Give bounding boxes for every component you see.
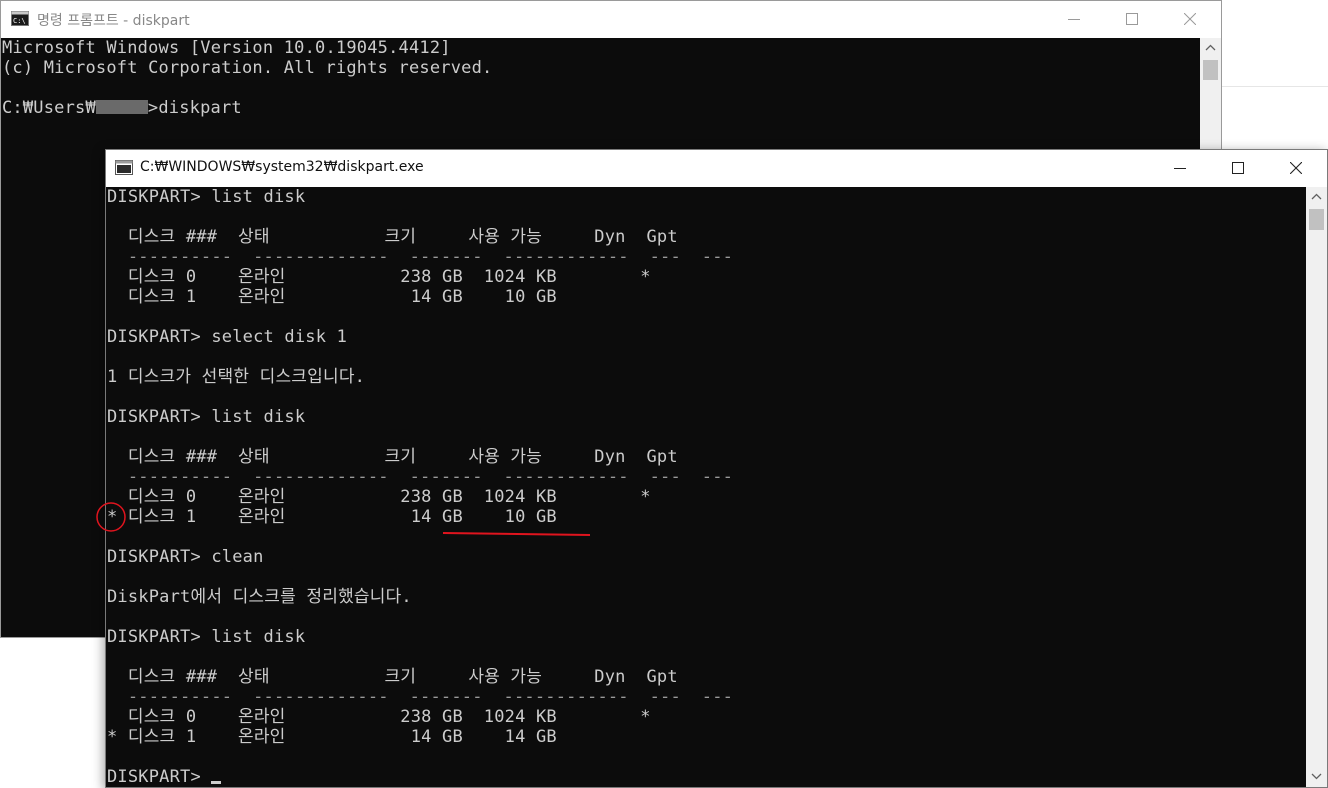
size-highlight-underline xyxy=(442,532,591,536)
annotation-overlay xyxy=(96,502,591,536)
selection-highlight-circle xyxy=(96,502,126,532)
